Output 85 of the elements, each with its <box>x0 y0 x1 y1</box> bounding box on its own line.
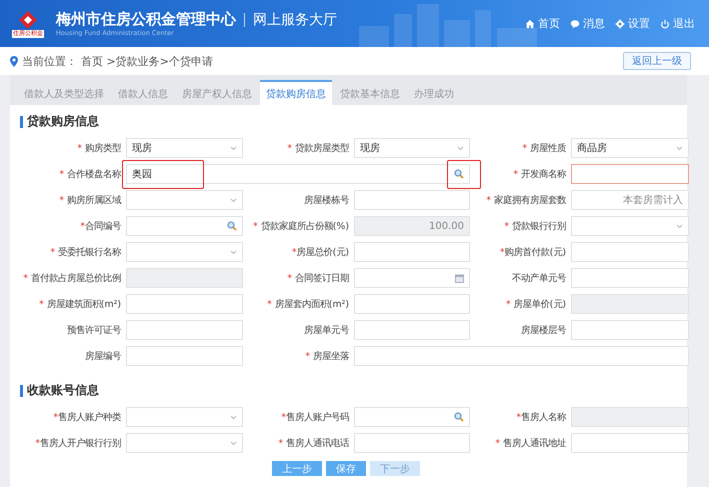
step-tab[interactable]: 办理成功 <box>408 83 460 105</box>
field-label: *房屋总价(元) <box>292 246 349 258</box>
search-icon[interactable] <box>227 221 237 231</box>
back-button[interactable]: 返回上一级 <box>623 52 691 70</box>
chevron-icon <box>230 146 237 150</box>
field-label: *合同编号 <box>80 220 121 232</box>
field-label: * 贷款房屋类型 <box>287 142 349 154</box>
breadcrumb-path: 首页 >贷款业务>个贷申请 <box>81 54 213 68</box>
select-field[interactable] <box>126 242 243 262</box>
field-label: * 开发商名称 <box>513 168 566 180</box>
chevron-icon <box>230 414 237 420</box>
input-field[interactable]: 本套房需计入 <box>571 190 689 210</box>
field-label: * 售房人通讯地址 <box>495 436 566 450</box>
select-field[interactable] <box>126 190 243 210</box>
field-label: 房屋编号 <box>85 350 121 362</box>
field-label: 预售许可证号 <box>67 324 121 336</box>
field-label: * 贷款银行行别 <box>504 220 566 232</box>
field-label: *售房人开户银行行别 <box>35 436 121 450</box>
search-icon[interactable] <box>454 412 464 422</box>
section-title: 贷款购房信息 <box>27 113 99 130</box>
field-label: *售房人账户种类 <box>53 410 121 424</box>
calendar-icon[interactable] <box>455 274 464 282</box>
site-subtitle: 网上服务大厅 <box>253 10 337 28</box>
power-icon <box>660 18 670 28</box>
search-icon[interactable] <box>454 169 464 179</box>
field-label: * 房屋坐落 <box>305 350 349 362</box>
field-label: * 房屋建筑面积(m²) <box>39 298 121 310</box>
chevron-icon <box>230 440 237 446</box>
section-marker <box>20 384 23 396</box>
nav-link[interactable]: 消息 <box>570 16 605 31</box>
field-label: * 房屋套内面积(m²) <box>267 298 349 310</box>
field-label: * 首付款占房屋总价比例 <box>23 272 121 284</box>
location-pin-icon <box>10 56 18 66</box>
select-field[interactable] <box>126 407 243 427</box>
nav-link[interactable]: 首页 <box>525 16 560 31</box>
chevron-icon <box>676 146 683 150</box>
logo-icon <box>18 10 38 30</box>
breadcrumb-label: 当前位置： <box>22 54 77 68</box>
field-label: * 受委托银行名称 <box>50 246 121 258</box>
step-button[interactable]: 上一步 <box>272 461 322 476</box>
field-label: * 合同签订日期 <box>287 272 349 284</box>
field-label: *售房人名称 <box>516 410 566 424</box>
chevron-icon <box>457 146 464 150</box>
field-label: * 购房所属区域 <box>59 194 121 206</box>
input-field: 100.00 <box>354 216 470 236</box>
field-label: 不动产单元号 <box>512 272 566 284</box>
field-label: * 售房人通讯电话 <box>278 436 349 450</box>
field-label: *售房人账户号码 <box>281 410 349 424</box>
section-marker <box>20 116 23 128</box>
chevron-icon <box>230 250 237 254</box>
field-label: * 购房类型 <box>77 142 121 154</box>
field-label: * 房屋性质 <box>522 142 566 154</box>
field-label: 房屋楼栋号 <box>304 194 349 206</box>
select-field[interactable]: 商品房 <box>571 138 689 158</box>
field-label: * 房屋单价(元) <box>506 298 566 310</box>
select-field[interactable] <box>126 433 243 453</box>
field-label: * 家庭拥有房屋套数 <box>486 194 566 206</box>
select-field[interactable]: 现房 <box>354 138 470 158</box>
home-icon <box>525 18 535 28</box>
date-field[interactable] <box>354 268 470 288</box>
step-tab[interactable]: 贷款基本信息 <box>334 83 406 105</box>
select-field[interactable]: 现房 <box>126 138 243 158</box>
search-field[interactable]: 奥园 <box>126 164 470 184</box>
step-button[interactable]: 保存 <box>326 461 366 476</box>
settings-icon <box>615 18 625 28</box>
search-field[interactable] <box>126 216 243 236</box>
chevron-icon <box>230 198 237 202</box>
step-tab[interactable]: 借款人及类型选择 <box>18 83 110 105</box>
field-label: * 合作楼盘名称 <box>59 168 121 180</box>
field-label: * 贷款家庭所占份额(%) <box>253 220 349 232</box>
chevron-icon <box>676 224 683 228</box>
site-title: 梅州市住房公积金管理中心 <box>56 10 236 29</box>
step-tab[interactable]: 借款人信息 <box>112 83 174 105</box>
select-field[interactable] <box>571 216 689 236</box>
search-field[interactable] <box>354 407 470 427</box>
chat-bubble-icon <box>570 18 580 28</box>
input-field[interactable] <box>571 164 689 184</box>
nav-link[interactable]: 设置 <box>615 16 650 31</box>
section-title: 收款账号信息 <box>27 382 99 399</box>
nav-link[interactable]: 退出 <box>660 16 695 31</box>
field-label: *购房首付款(元) <box>500 246 566 258</box>
step-tab[interactable]: 贷款购房信息 <box>260 80 332 105</box>
field-label: 房屋楼层号 <box>521 324 566 336</box>
step-tab[interactable]: 房屋产权人信息 <box>176 83 258 105</box>
field-label: 房屋单元号 <box>304 324 349 336</box>
